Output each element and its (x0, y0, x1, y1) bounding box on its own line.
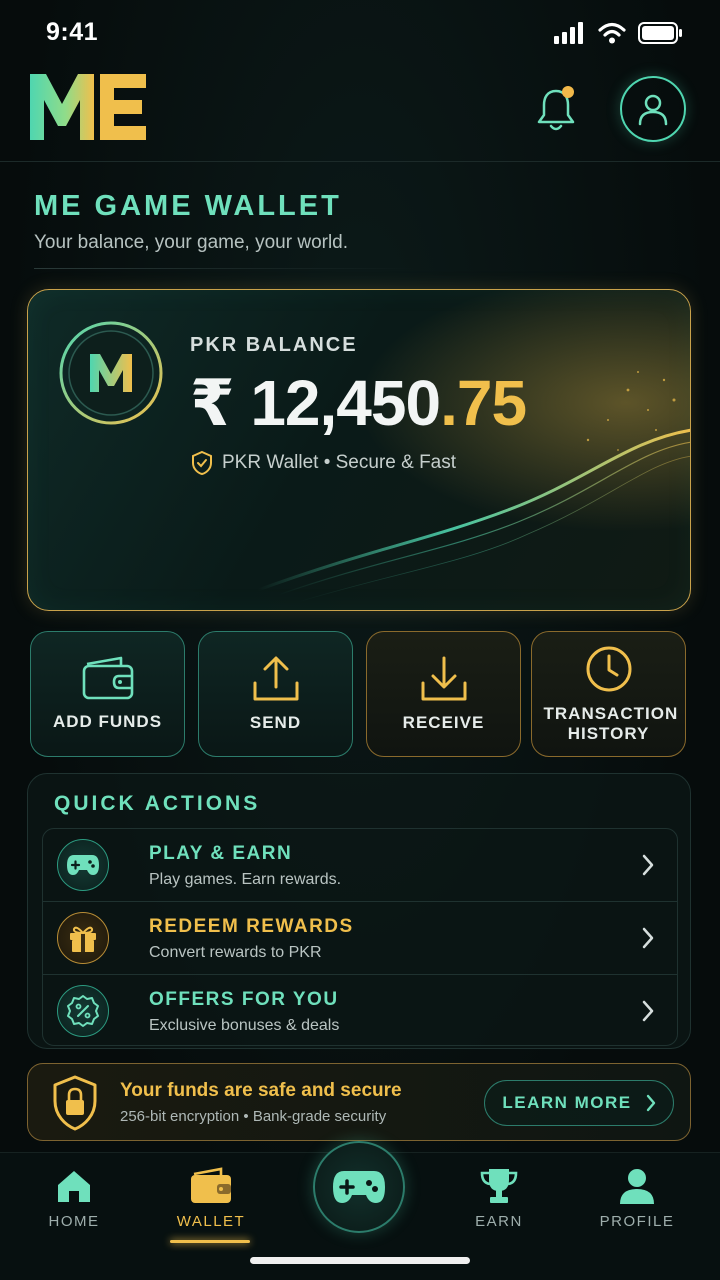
percent-badge-icon (57, 985, 109, 1037)
battery-icon (638, 22, 682, 44)
clock-icon (586, 646, 631, 692)
balance-card[interactable]: PKR BALANCE ₹ 12,450.75 PKR Wallet • Sec… (27, 289, 691, 611)
chevron-right-icon (646, 1094, 655, 1112)
wallet-icon (82, 656, 133, 700)
trophy-icon (480, 1169, 518, 1203)
nav-home-label: HOME (48, 1213, 100, 1230)
wifi-icon (598, 22, 626, 44)
nav-wallet[interactable]: WALLET (156, 1167, 266, 1230)
redeem-rewards-desc: Convert rewards to PKR (149, 944, 322, 961)
header-divider (0, 161, 720, 162)
offers-item[interactable]: OFFERS FOR YOU Exclusive bonuses & deals (43, 975, 677, 1045)
currency-symbol: ₹ (190, 367, 235, 439)
gift-icon (57, 912, 109, 964)
chevron-right-icon (642, 1000, 654, 1022)
learn-more-label: LEARN MORE (502, 1093, 632, 1112)
upload-icon (253, 656, 298, 701)
balance-label: PKR BALANCE (190, 334, 358, 356)
redeem-rewards-item[interactable]: REDEEM REWARDS Convert rewards to PKR (43, 902, 677, 975)
cellular-signal-icon (554, 22, 583, 44)
person-icon (638, 94, 668, 126)
wallet-info-text: PKR Wallet • Secure & Fast (222, 452, 457, 473)
wallet-info: PKR Wallet • Secure & Fast (190, 450, 456, 476)
wallet-icon (191, 1167, 231, 1203)
page-subtitle: Your balance, your game, your world. (34, 232, 349, 253)
download-icon (421, 656, 466, 701)
page-title: ME GAME WALLET (34, 190, 342, 222)
balance-amount: ₹ 12,450.75 (190, 366, 527, 441)
transaction-history-label: TRANSACTION HISTORY (543, 704, 679, 743)
play-earn-title: PLAY & EARN (149, 843, 293, 864)
chevron-right-icon (642, 927, 654, 949)
me-coin-icon (58, 320, 164, 426)
send-label: SEND (249, 713, 302, 732)
play-earn-desc: Play games. Earn rewards. (149, 871, 342, 888)
status-icons (554, 22, 684, 44)
send-button[interactable]: SEND (198, 631, 353, 757)
play-earn-item[interactable]: PLAY & EARN Play games. Earn rewards. (43, 829, 677, 902)
receive-label: RECEIVE (402, 713, 485, 732)
offers-desc: Exclusive bonuses & deals (149, 1017, 340, 1034)
security-desc: 256-bit encryption • Bank-grade security (120, 1108, 387, 1125)
nav-profile-label: PROFILE (599, 1213, 675, 1230)
shield-lock-icon (53, 1075, 97, 1131)
title-divider (34, 268, 414, 269)
balance-decimal: .75 (440, 367, 527, 439)
home-indicator (250, 1257, 470, 1264)
transaction-history-button[interactable]: TRANSACTION HISTORY (531, 631, 686, 757)
security-banner: Your funds are safe and secure 256-bit e… (27, 1063, 691, 1141)
profile-button[interactable] (620, 76, 686, 142)
add-funds-label: ADD FUNDS (52, 712, 163, 731)
app-logo (30, 74, 150, 140)
balance-whole: 12,450 (250, 367, 441, 439)
status-time: 9:41 (46, 18, 99, 46)
nav-earn-label: EARN (475, 1213, 523, 1230)
quick-actions-title: QUICK ACTIONS (54, 792, 261, 815)
gamepad-icon (333, 1171, 385, 1203)
person-icon (620, 1169, 654, 1204)
nav-profile[interactable]: PROFILE (582, 1167, 692, 1230)
shield-check-icon (192, 450, 212, 476)
nav-play-button[interactable] (313, 1141, 405, 1233)
nav-home[interactable]: HOME (19, 1167, 129, 1230)
offers-title: OFFERS FOR YOU (149, 989, 339, 1010)
redeem-rewards-title: REDEEM REWARDS (149, 916, 354, 937)
gamepad-icon (57, 839, 109, 891)
notification-badge (562, 86, 574, 98)
learn-more-button[interactable]: LEARN MORE (484, 1080, 674, 1126)
security-title: Your funds are safe and secure (120, 1080, 402, 1101)
home-icon (58, 1171, 90, 1202)
chevron-right-icon (642, 854, 654, 876)
nav-earn[interactable]: EARN (444, 1167, 554, 1230)
quick-actions-list: PLAY & EARN Play games. Earn rewards. RE… (42, 828, 678, 1046)
receive-button[interactable]: RECEIVE (366, 631, 521, 757)
nav-wallet-label: WALLET (176, 1213, 246, 1230)
quick-actions-panel: QUICK ACTIONS PLAY & EARN Play games. Ea… (27, 773, 691, 1049)
add-funds-button[interactable]: ADD FUNDS (30, 631, 185, 757)
active-tab-indicator (170, 1240, 250, 1243)
notifications-button[interactable] (530, 84, 582, 136)
